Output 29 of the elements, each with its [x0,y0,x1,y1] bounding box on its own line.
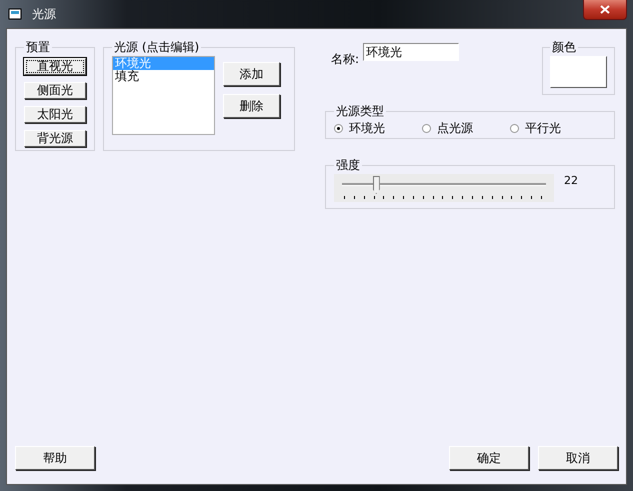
group-title: 预置 [25,39,51,56]
list-button[interactable]: 删除 [223,94,280,118]
preset-button[interactable]: 侧面光 [24,82,86,99]
window-icon [8,8,22,20]
list-item[interactable]: 填充 [113,70,214,83]
preset-button[interactable]: 太阳光 [24,106,86,123]
group-title: 颜色 [551,39,577,56]
slider-thumb[interactable] [372,176,380,194]
name-field[interactable]: 环境光 [363,43,460,61]
window-title: 光源 [32,6,56,22]
color-swatch[interactable] [550,56,607,88]
preset-button[interactable]: 背光源 [24,130,86,147]
source-list[interactable]: 环境光 填充 [112,56,215,135]
intensity-value: 22 [564,174,578,187]
cancel-button[interactable]: 取消 [538,446,618,470]
radio-option[interactable]: 点光源 [422,120,510,137]
close-icon [600,5,610,14]
close-button[interactable] [583,0,627,20]
group-title: 光源 (点击编辑) [113,39,200,56]
group-title: 光源类型 [335,103,385,120]
preset-button[interactable]: 直视光 [24,58,86,75]
ok-button[interactable]: 确定 [449,446,529,470]
intensity-slider[interactable] [334,174,554,202]
name-label: 名称: [331,51,360,68]
radio-option[interactable]: 环境光 [334,120,422,137]
list-button[interactable]: 添加 [223,62,280,86]
help-button[interactable]: 帮助 [15,446,95,470]
radio-option[interactable]: 平行光 [510,120,598,137]
group-title: 强度 [335,157,361,174]
